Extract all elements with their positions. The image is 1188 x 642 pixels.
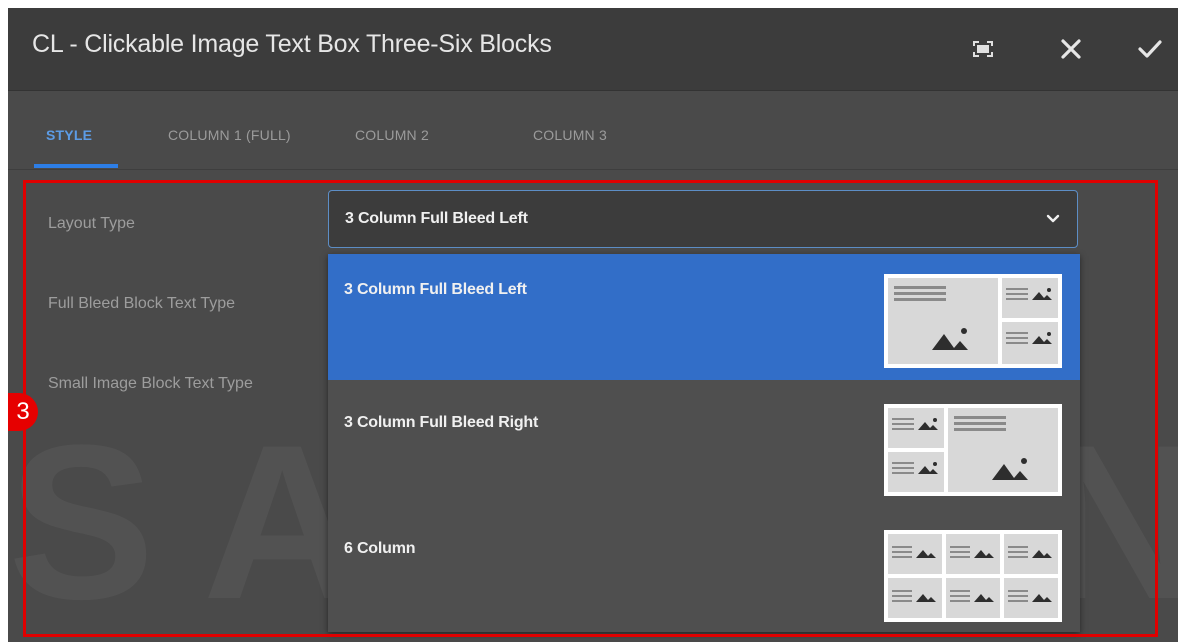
tab-style[interactable]: STYLE bbox=[46, 127, 92, 143]
tab-bar: STYLE COLUMN 1 (FULL) COLUMN 2 COLUMN 3 bbox=[8, 91, 1178, 170]
full-bleed-block-text-type-label: Full Bleed Block Text Type bbox=[48, 295, 236, 312]
active-tab-indicator bbox=[34, 164, 118, 168]
tab-column-3[interactable]: COLUMN 3 bbox=[533, 127, 607, 143]
tab-column-2[interactable]: COLUMN 2 bbox=[355, 127, 429, 143]
layout-option-6-column[interactable]: 6 Column bbox=[328, 506, 1080, 632]
layout-type-label: Layout Type bbox=[48, 215, 135, 232]
fullscreen-icon[interactable] bbox=[968, 34, 998, 64]
dialog-title: CL - Clickable Image Text Box Three-Six … bbox=[32, 30, 552, 58]
layout-3-column-full-bleed-right-icon bbox=[884, 404, 1062, 496]
dialog-titlebar: CL - Clickable Image Text Box Three-Six … bbox=[8, 8, 1178, 91]
chevron-down-icon bbox=[1046, 214, 1060, 223]
option-label: 3 Column Full Bleed Left bbox=[344, 281, 527, 298]
layout-6-column-icon bbox=[884, 530, 1062, 622]
option-label: 6 Column bbox=[344, 540, 416, 557]
close-icon[interactable] bbox=[1056, 34, 1086, 64]
layout-option-3-column-full-bleed-left[interactable]: 3 Column Full Bleed Left bbox=[328, 254, 1080, 380]
layout-type-dropdown: 3 Column Full Bleed Left 3 Column Full B… bbox=[328, 254, 1080, 632]
layout-type-select-value: 3 Column Full Bleed Left bbox=[345, 210, 528, 227]
option-label: 3 Column Full Bleed Right bbox=[344, 414, 539, 431]
dialog: SAMSUNG CL - Clickable Image Text Box Th… bbox=[8, 8, 1178, 642]
tab-column-1-full[interactable]: COLUMN 1 (FULL) bbox=[168, 127, 291, 143]
layout-type-select[interactable]: 3 Column Full Bleed Left bbox=[328, 190, 1078, 248]
layout-option-3-column-full-bleed-right[interactable]: 3 Column Full Bleed Right bbox=[328, 380, 1080, 506]
small-image-block-text-type-label: Small Image Block Text Type bbox=[48, 375, 253, 392]
layout-3-column-full-bleed-left-icon bbox=[884, 274, 1062, 368]
check-icon[interactable] bbox=[1135, 34, 1165, 64]
